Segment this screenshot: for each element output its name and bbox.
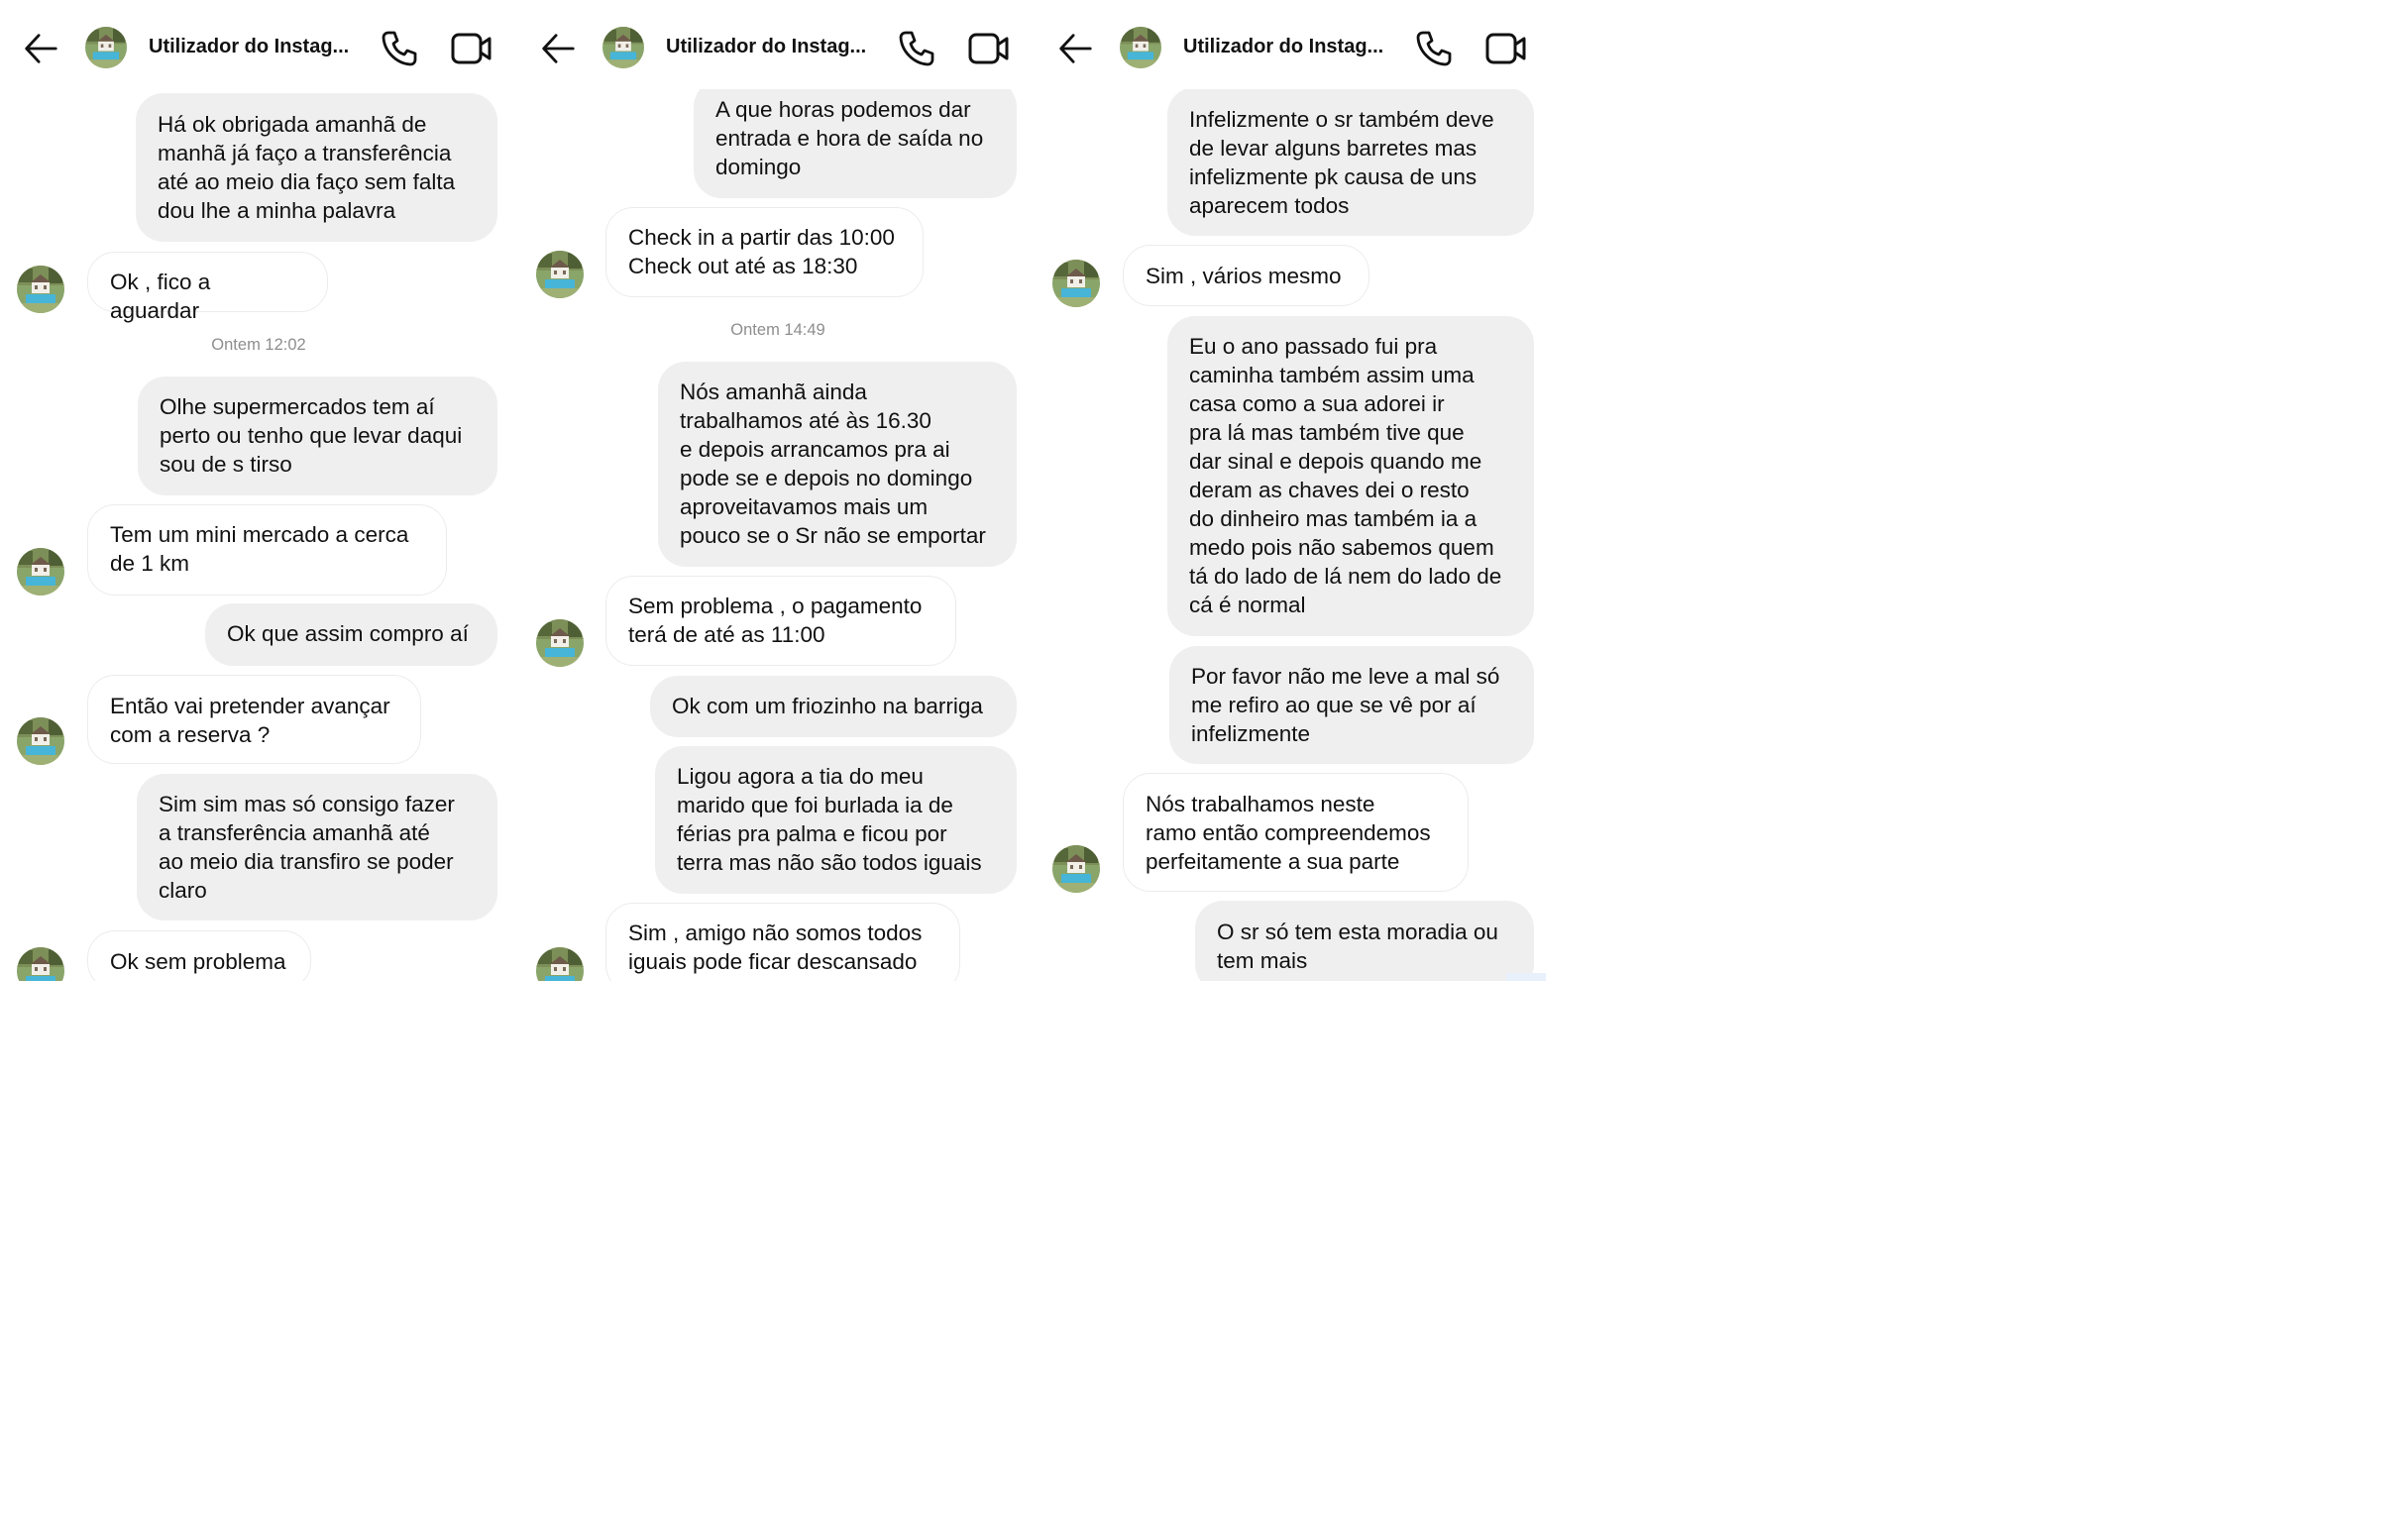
phone-icon[interactable] xyxy=(1414,29,1454,68)
contact-avatar xyxy=(1052,845,1100,893)
incoming-message[interactable]: Sem problema , o pagamento terá de até a… xyxy=(605,576,956,666)
phone-icon[interactable] xyxy=(380,29,419,68)
incoming-message[interactable]: Check in a partir das 10:00 Check out at… xyxy=(605,207,924,297)
outgoing-message[interactable]: Eu o ano passado fui pra caminha também … xyxy=(1167,316,1534,636)
contact-avatar xyxy=(536,251,584,298)
video-camera-icon[interactable] xyxy=(450,31,493,66)
outgoing-message[interactable]: O sr só tem esta moradia ou tem mais xyxy=(1195,901,1534,981)
incoming-message[interactable]: Sim , amigo não somos todos iguais pode … xyxy=(605,903,960,981)
phone-icon[interactable] xyxy=(897,29,936,68)
outgoing-message[interactable]: Ok que assim compro aí xyxy=(205,603,497,666)
contact-avatar xyxy=(17,947,64,981)
outgoing-message[interactable]: Há ok obrigada amanhã de manhã já faço a… xyxy=(136,93,497,242)
chat-header: Utilizador do Instag... xyxy=(1035,0,1546,89)
incoming-message[interactable]: Ok sem problema xyxy=(87,930,311,981)
contact-avatar xyxy=(536,947,584,981)
video-camera-icon[interactable] xyxy=(1484,31,1528,66)
contact-avatar[interactable] xyxy=(1120,27,1161,68)
message-timestamp: Ontem 12:02 xyxy=(211,336,306,354)
contact-avatar xyxy=(17,548,64,596)
outgoing-message[interactable]: Nós amanhã ainda trabalhamos até às 16.3… xyxy=(658,362,1017,567)
chat-header: Utilizador do Instag... xyxy=(517,0,1035,89)
outgoing-message[interactable]: Ok com um friozinho na barriga xyxy=(650,676,1017,737)
incoming-message[interactable]: Sim , vários mesmo xyxy=(1123,245,1369,306)
contact-avatar xyxy=(17,266,64,313)
message-timestamp: Ontem 14:49 xyxy=(730,321,825,339)
outgoing-message[interactable]: Sim sim mas só consigo fazer a transferê… xyxy=(137,774,497,921)
incoming-message[interactable]: Tem um mini mercado a cerca de 1 km xyxy=(87,504,447,596)
outgoing-message[interactable]: Ligou agora a tia do meu marido que foi … xyxy=(655,746,1017,894)
contact-avatar[interactable] xyxy=(85,27,127,68)
contact-avatar[interactable] xyxy=(602,27,644,68)
arrow-left-icon[interactable] xyxy=(22,30,59,67)
incoming-message[interactable]: Ok , fico a aguardar xyxy=(87,252,328,323)
scroll-edge xyxy=(1506,973,1546,981)
incoming-message[interactable]: Nós trabalhamos neste ramo então compree… xyxy=(1123,773,1469,892)
contact-name[interactable]: Utilizador do Instag... xyxy=(1183,36,1383,58)
contact-avatar xyxy=(1052,260,1100,307)
chat-header: Utilizador do Instag... xyxy=(0,0,517,89)
incoming-message[interactable]: Então vai pretender avançar com a reserv… xyxy=(87,675,421,764)
outgoing-message[interactable]: Infelizmente o sr também deve de levar a… xyxy=(1167,87,1534,236)
outgoing-message[interactable]: Por favor não me leve a mal só me refiro… xyxy=(1169,646,1534,764)
contact-avatar xyxy=(17,717,64,765)
video-camera-icon[interactable] xyxy=(967,31,1011,66)
contact-name[interactable]: Utilizador do Instag... xyxy=(149,36,349,58)
contact-avatar xyxy=(536,619,584,667)
chat-panel-3: Infelizmente o sr também deve de levar a… xyxy=(1035,0,1546,981)
contact-name[interactable]: Utilizador do Instag... xyxy=(666,36,866,58)
arrow-left-icon[interactable] xyxy=(539,30,577,67)
chat-panel-1: Utilizador do Instag... Há ok obrigada a… xyxy=(0,0,517,981)
outgoing-message[interactable]: A que horas podemos dar entrada e hora d… xyxy=(694,79,1017,198)
arrow-left-icon[interactable] xyxy=(1056,30,1094,67)
outgoing-message[interactable]: Olhe supermercados tem aí perto ou tenho… xyxy=(138,377,497,495)
chat-panel-2: A que horas podemos dar entrada e hora d… xyxy=(517,0,1035,981)
